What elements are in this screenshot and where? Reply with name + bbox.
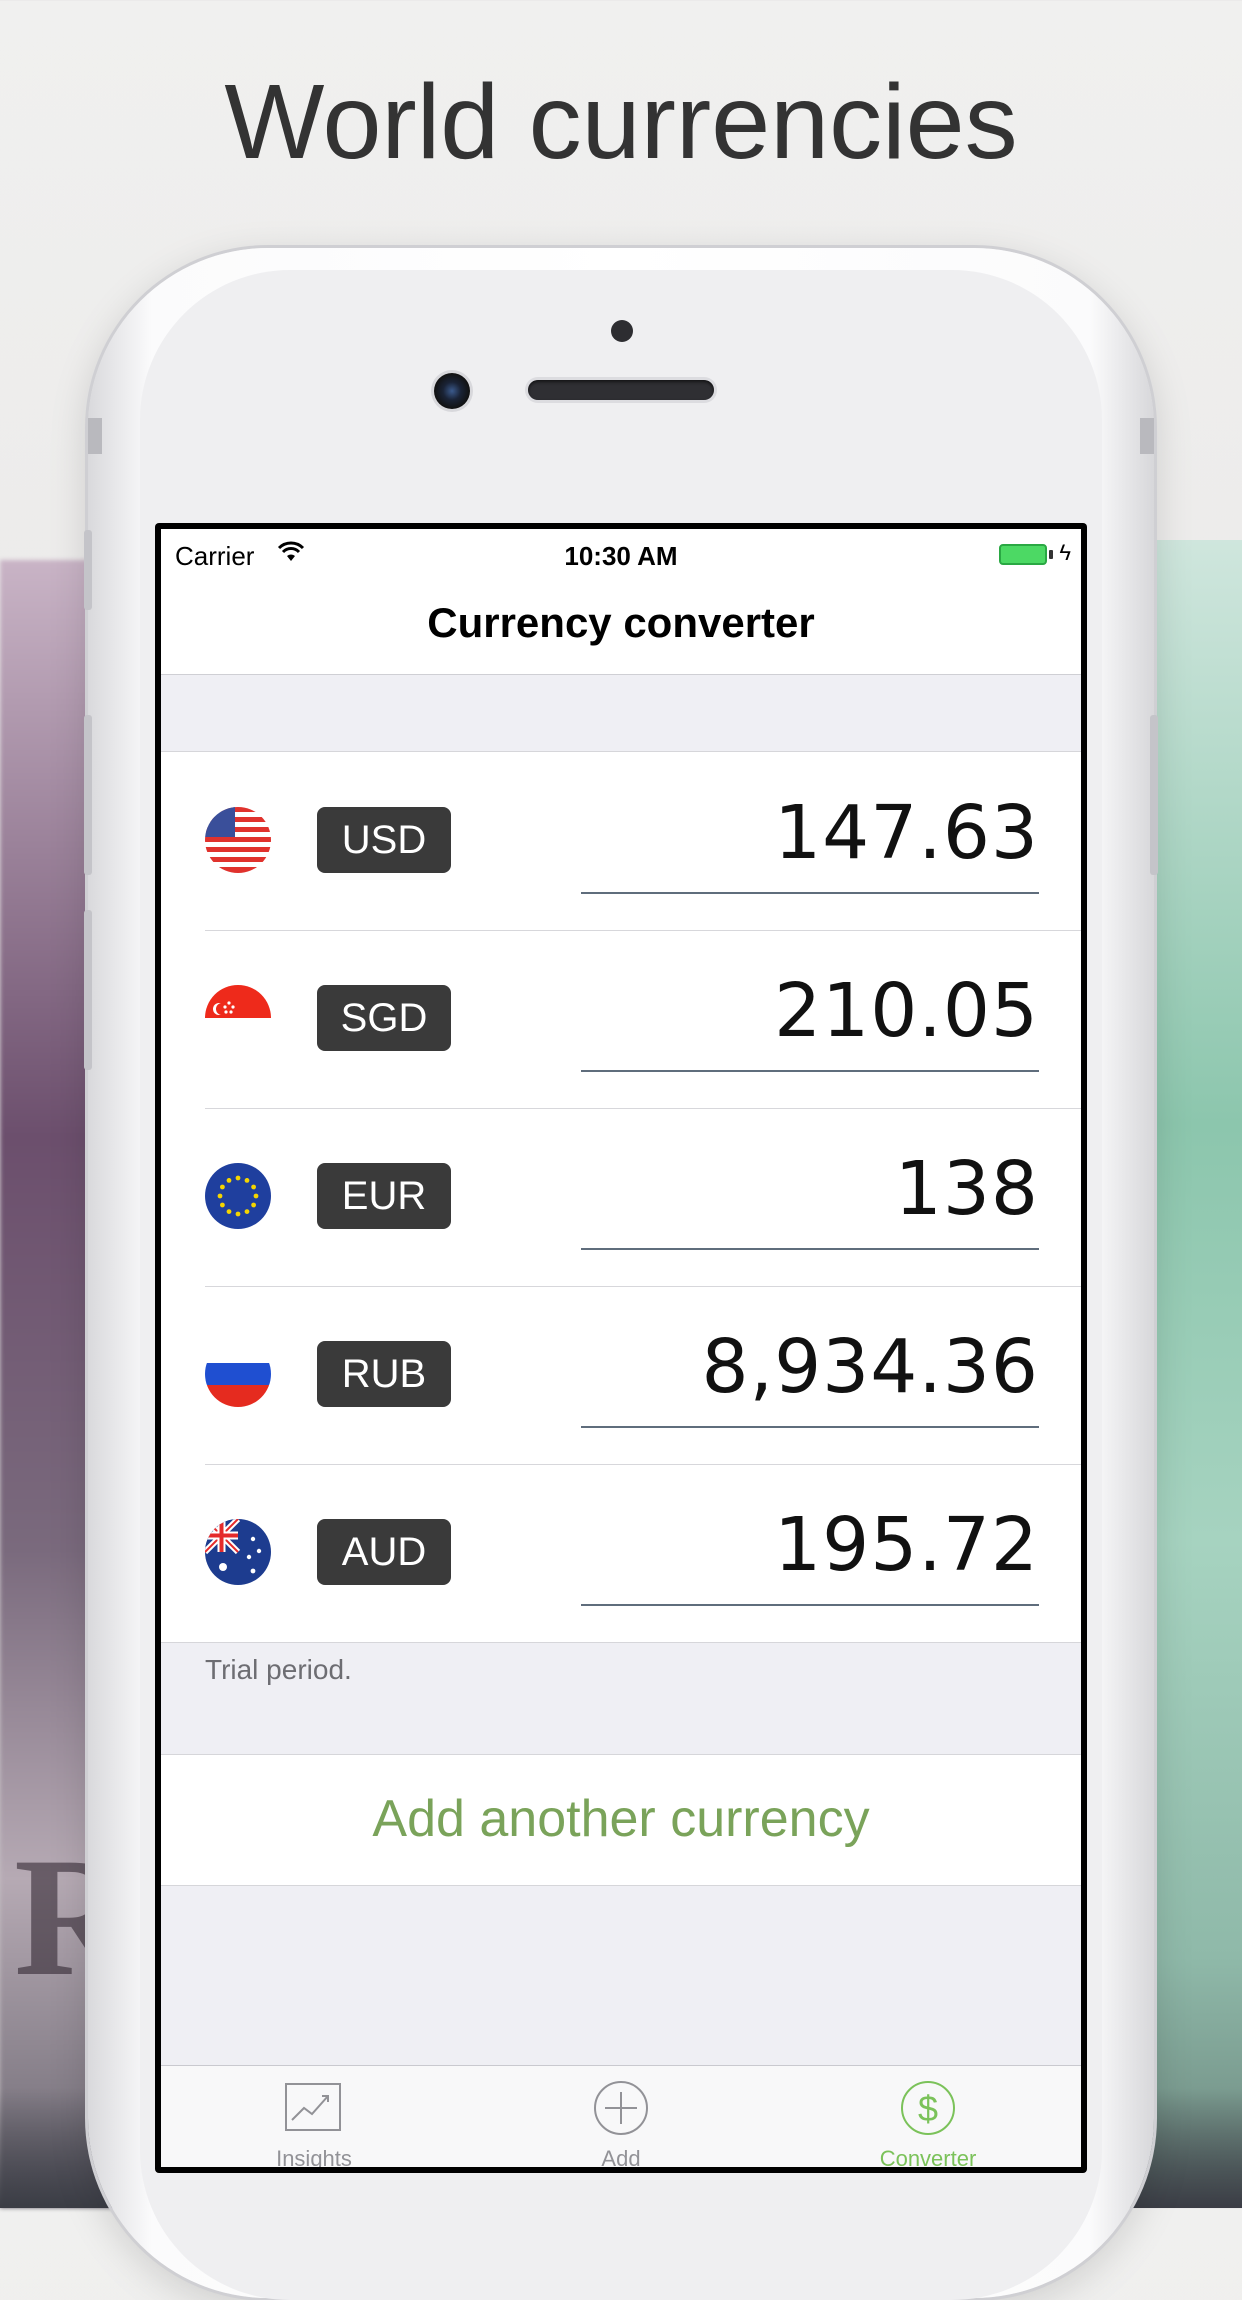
amount-field-eur[interactable]: 138 bbox=[895, 1146, 1039, 1232]
amount-underline bbox=[581, 1070, 1039, 1072]
navigation-bar: Currency converter bbox=[161, 579, 1081, 675]
amount-underline bbox=[581, 1248, 1039, 1250]
phone-screen: Carrier 10:30 AM ϟ Currency converter US… bbox=[155, 523, 1087, 2173]
sg-flag-icon bbox=[205, 985, 271, 1051]
amount-underline bbox=[581, 1604, 1039, 1606]
dollar-circle-icon: $ bbox=[901, 2081, 955, 2135]
currency-row-aud[interactable]: AUD 195.72 bbox=[161, 1464, 1081, 1642]
volume-down-button bbox=[84, 910, 92, 1070]
us-flag-icon bbox=[205, 807, 271, 873]
chart-icon bbox=[285, 2083, 341, 2131]
amount-field-aud[interactable]: 195.72 bbox=[774, 1502, 1039, 1588]
currency-list: USD 147.63 SGD 210.05 EUR 138 RUB 8,934.… bbox=[161, 751, 1081, 1643]
currency-code-aud[interactable]: AUD bbox=[317, 1519, 451, 1585]
svg-text:$: $ bbox=[918, 2088, 938, 2129]
tab-converter-label: Converter bbox=[879, 2146, 977, 2167]
currency-code-usd[interactable]: USD bbox=[317, 807, 451, 873]
currency-code-eur[interactable]: EUR bbox=[317, 1163, 451, 1229]
tab-add[interactable]: Add bbox=[468, 2066, 774, 2167]
amount-field-usd[interactable]: 147.63 bbox=[774, 790, 1039, 876]
currency-row-eur[interactable]: EUR 138 bbox=[161, 1108, 1081, 1286]
au-flag-icon bbox=[205, 1519, 271, 1585]
amount-underline bbox=[581, 1426, 1039, 1428]
plus-circle-icon bbox=[594, 2081, 648, 2135]
power-button bbox=[1150, 715, 1158, 875]
currency-code-sgd[interactable]: SGD bbox=[317, 985, 451, 1051]
marketing-headline: World currencies bbox=[224, 63, 1018, 181]
amount-field-sgd[interactable]: 210.05 bbox=[774, 968, 1039, 1054]
tab-bar: Insights Add $ Converter bbox=[161, 2065, 1081, 2167]
phone-antenna-band-left bbox=[88, 418, 102, 454]
page-title: Currency converter bbox=[427, 599, 815, 646]
tab-insights-label: Insights bbox=[276, 2146, 352, 2167]
tab-add-label: Add bbox=[601, 2146, 641, 2167]
front-camera bbox=[434, 373, 470, 409]
add-currency-label: Add another currency bbox=[372, 1790, 870, 1848]
eu-flag-icon bbox=[205, 1163, 271, 1229]
battery-icon bbox=[999, 544, 1047, 565]
currency-row-sgd[interactable]: SGD 210.05 bbox=[161, 930, 1081, 1108]
amount-field-rub[interactable]: 8,934.36 bbox=[701, 1324, 1039, 1410]
trial-note: Trial period. bbox=[205, 1654, 352, 1685]
clock: 10:30 AM bbox=[564, 541, 678, 571]
app-screen: Carrier 10:30 AM ϟ Currency converter US… bbox=[161, 529, 1081, 2167]
add-currency-button[interactable]: Add another currency bbox=[161, 1754, 1081, 1886]
currency-row-rub[interactable]: RUB 8,934.36 bbox=[161, 1286, 1081, 1464]
currency-row-usd[interactable]: USD 147.63 bbox=[161, 752, 1081, 930]
tab-insights[interactable]: Insights bbox=[161, 2066, 467, 2167]
ru-flag-icon bbox=[205, 1341, 271, 1407]
tab-converter[interactable]: $ Converter bbox=[775, 2066, 1081, 2167]
volume-up-button bbox=[84, 715, 92, 875]
amount-underline bbox=[581, 892, 1039, 894]
proximity-sensor bbox=[611, 320, 633, 342]
status-bar: Carrier 10:30 AM ϟ bbox=[161, 529, 1081, 579]
phone-antenna-band-right bbox=[1140, 418, 1154, 454]
mute-switch bbox=[84, 530, 92, 610]
currency-code-rub[interactable]: RUB bbox=[317, 1341, 451, 1407]
earpiece-speaker bbox=[528, 380, 714, 400]
charging-bolt-icon: ϟ bbox=[1059, 540, 1071, 565]
battery-tip bbox=[1049, 550, 1053, 559]
